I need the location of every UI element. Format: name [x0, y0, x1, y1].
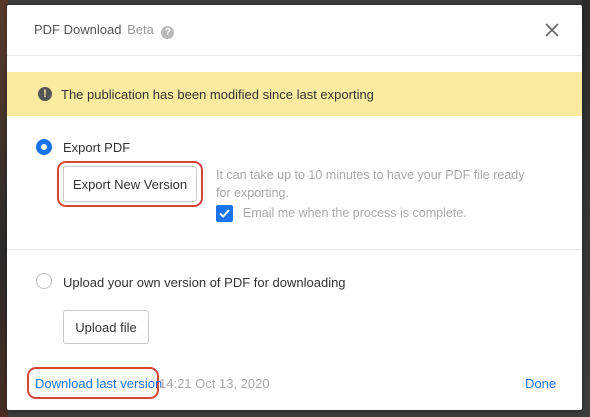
- dialog-header: PDF Download Beta ?: [7, 5, 582, 56]
- upload-pdf-label: Upload your own version of PDF for downl…: [63, 275, 346, 290]
- email-me-label: Email me when the process is complete.: [243, 206, 467, 220]
- warning-icon: !: [38, 87, 52, 101]
- upload-pdf-radio[interactable]: [36, 273, 52, 289]
- dialog-title-text: PDF Download: [34, 22, 122, 37]
- section-divider: [7, 249, 582, 250]
- backdrop-right: [582, 0, 590, 417]
- checkmark-icon: [219, 209, 230, 218]
- last-version-timestamp: 14:21 Oct 13, 2020: [159, 376, 270, 391]
- banner-text: The publication has been modified since …: [61, 87, 374, 102]
- export-pdf-radio[interactable]: [36, 139, 52, 155]
- modified-warning-banner: ! The publication has been modified sinc…: [7, 72, 582, 116]
- download-last-version-link[interactable]: Download last version: [35, 376, 162, 391]
- pdf-download-dialog: PDF Download Beta ? ! The publication ha…: [7, 5, 582, 410]
- export-new-version-button[interactable]: Export New Version: [63, 166, 197, 202]
- upload-file-button[interactable]: Upload file: [63, 310, 149, 344]
- export-pdf-label: Export PDF: [63, 140, 131, 155]
- email-me-checkbox[interactable]: [216, 205, 233, 222]
- help-icon[interactable]: ?: [161, 26, 175, 39]
- close-icon: [545, 23, 559, 37]
- beta-label: Beta: [127, 22, 154, 37]
- export-hint-text: It can take up to 10 minutes to have you…: [216, 168, 525, 200]
- done-button[interactable]: Done: [525, 376, 556, 391]
- dialog-title: PDF Download Beta ?: [34, 22, 175, 39]
- close-button[interactable]: [542, 20, 562, 40]
